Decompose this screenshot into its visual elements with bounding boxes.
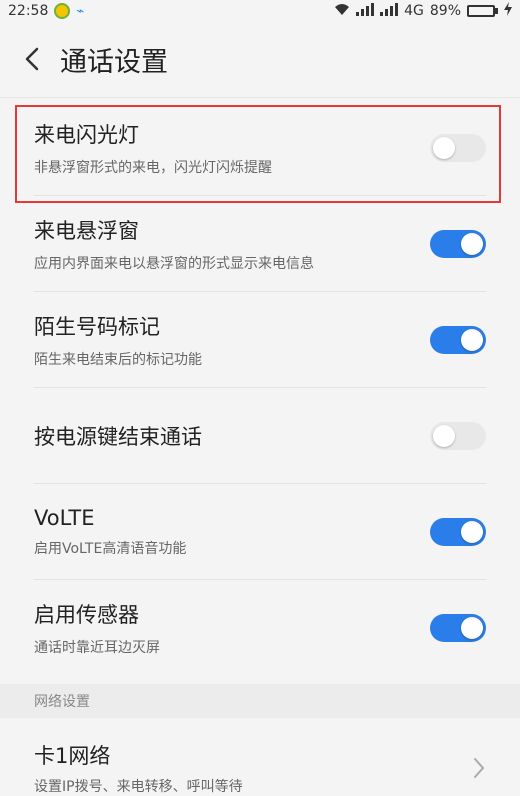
setting-subtitle: 非悬浮窗形式的来电，闪光灯闪烁提醒: [34, 160, 272, 176]
toggle-knob: [433, 137, 455, 159]
setting-subtitle: 通话时靠近耳边灭屏: [34, 640, 160, 656]
signal-icon-secondary: [380, 2, 399, 20]
setting-row-incoming-floating-window[interactable]: 来电悬浮窗 应用内界面来电以悬浮窗的形式显示来电信息: [0, 196, 520, 292]
setting-row-incoming-flash[interactable]: 来电闪光灯 非悬浮窗形式的来电，闪光灯闪烁提醒: [0, 100, 520, 196]
setting-row-sensor[interactable]: 启用传感器 通话时靠近耳边灭屏: [0, 580, 520, 676]
setting-title: 陌生号码标记: [34, 315, 160, 339]
setting-title: VoLTE: [34, 506, 95, 530]
setting-subtitle: 设置IP拨号、来电转移、呼叫等待: [34, 779, 243, 795]
toggle-switch[interactable]: [430, 518, 486, 546]
toggle-knob: [461, 329, 483, 351]
setting-title: 启用传感器: [34, 603, 139, 627]
setting-row-power-key-end-call[interactable]: 按电源键结束通话: [0, 388, 520, 484]
setting-subtitle: 启用VoLTE高清语音功能: [34, 541, 187, 557]
settings-list: 来电闪光灯 非悬浮窗形式的来电，闪光灯闪烁提醒 来电悬浮窗 应用内界面来电以悬浮…: [0, 100, 520, 676]
toggle-switch[interactable]: [430, 230, 486, 258]
page-title: 通话设置: [60, 46, 168, 78]
chevron-right-icon: [474, 758, 484, 778]
status-bar: 22:58 ⌁ 4G 89%: [0, 0, 520, 22]
setting-title: 来电悬浮窗: [34, 219, 139, 243]
status-left: 22:58 ⌁: [8, 3, 84, 19]
battery-icon: [467, 5, 498, 17]
signal-icon: [356, 2, 375, 20]
setting-title: 来电闪光灯: [34, 123, 139, 147]
toggle-switch[interactable]: [430, 326, 486, 354]
setting-subtitle: 陌生来电结束后的标记功能: [34, 352, 202, 368]
page-header: 通话设置: [0, 22, 520, 96]
chevron-left-icon[interactable]: [18, 45, 46, 73]
setting-row-volte[interactable]: VoLTE 启用VoLTE高清语音功能: [0, 484, 520, 580]
setting-subtitle: 应用内界面来电以悬浮窗的形式显示来电信息: [34, 256, 314, 272]
setting-title: 卡1网络: [34, 744, 111, 768]
toggle-knob: [461, 233, 483, 255]
section-header-network: 网络设置: [0, 684, 520, 718]
status-time: 22:58: [8, 3, 49, 19]
toggle-knob: [461, 521, 483, 543]
setting-row-unknown-number-tag[interactable]: 陌生号码标记 陌生来电结束后的标记功能: [0, 292, 520, 388]
setting-row-sim1-network[interactable]: 卡1网络 设置IP拨号、来电转移、呼叫等待: [0, 718, 520, 795]
wifi-icon: [334, 3, 350, 20]
setting-title: 按电源键结束通话: [34, 425, 202, 449]
toggle-knob: [433, 425, 455, 447]
usb-icon: ⌁: [76, 3, 85, 19]
toggle-switch[interactable]: [430, 422, 486, 450]
green-circle-notification-icon: [54, 3, 71, 19]
charging-icon: [504, 2, 512, 20]
status-right: 4G 89%: [334, 2, 512, 20]
toggle-knob: [461, 617, 483, 639]
battery-percent: 89%: [429, 3, 461, 19]
toggle-switch[interactable]: [430, 134, 486, 162]
header-divider: [0, 97, 520, 98]
toggle-switch[interactable]: [430, 614, 486, 642]
network-type: 4G: [404, 3, 424, 19]
